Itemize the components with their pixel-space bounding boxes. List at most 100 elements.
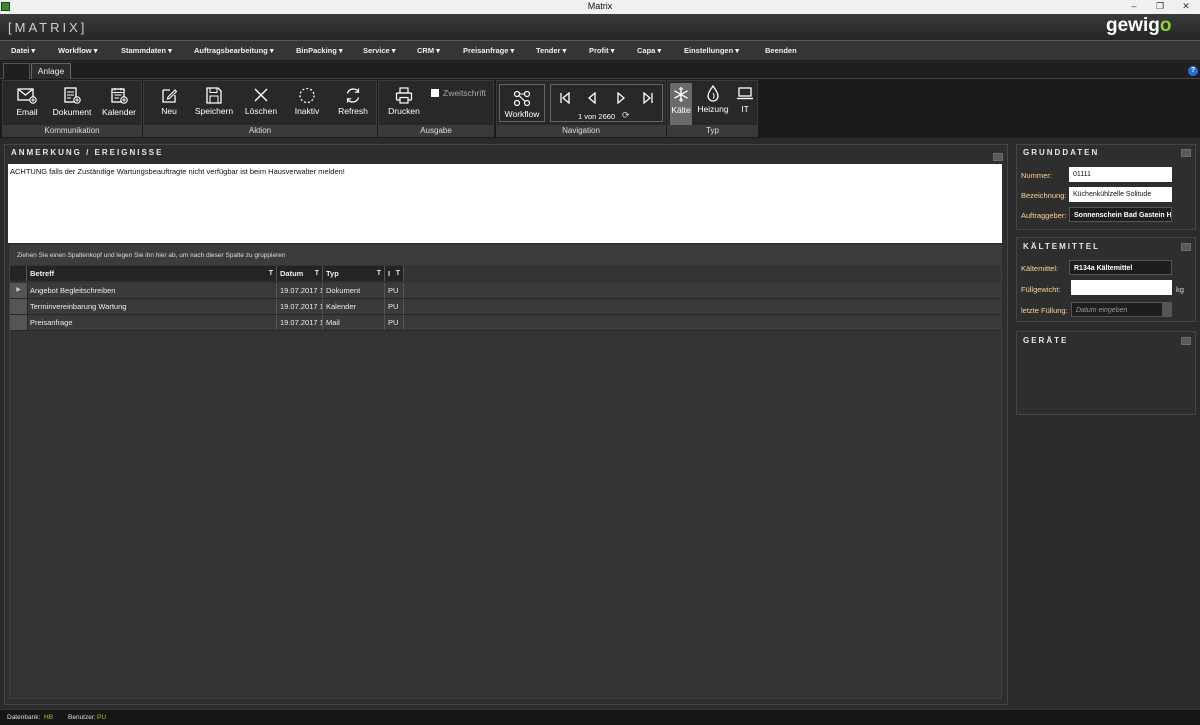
menu-tender[interactable]: Tender ▾ <box>536 46 566 55</box>
laptop-icon <box>737 87 753 100</box>
document-icon <box>64 87 81 104</box>
column-header-typ[interactable]: Typ T <box>323 266 385 281</box>
zweitschrift-checkbox[interactable] <box>431 89 439 97</box>
email-button[interactable]: Email <box>9 87 45 117</box>
typ-kaelte-button[interactable]: Kälte <box>670 83 692 126</box>
loeschen-label: Löschen <box>244 106 278 116</box>
tab-blank[interactable] <box>3 63 30 79</box>
cell-datum: 19.07.2017 1 <box>277 283 323 298</box>
dokument-button[interactable]: Dokument <box>51 87 93 117</box>
email-icon <box>17 88 37 104</box>
cell-betreff: Angebot Begleitschreiben <box>27 283 277 298</box>
cell-typ: Mail <box>323 315 385 330</box>
calendar-icon <box>111 88 128 104</box>
next-record-icon[interactable] <box>615 92 627 104</box>
menu-auftragsbearbeitung[interactable]: Auftragsbearbeitung ▾ <box>194 46 274 55</box>
refresh-label: Refresh <box>338 106 368 116</box>
grunddaten-title: GRUNDDATEN <box>1023 148 1100 157</box>
inaktiv-label: Inaktiv <box>294 106 320 116</box>
cell-betreff: Terminvereinbarung Wartung <box>27 299 277 314</box>
panel-minimize-button[interactable] <box>1181 337 1191 345</box>
nummer-field[interactable]: 01111 <box>1069 167 1172 182</box>
record-navigator: 1 von 2660 ⟳ <box>550 84 663 122</box>
filter-icon[interactable]: T <box>377 266 381 281</box>
row-selector-icon <box>10 315 28 330</box>
menu-stammdaten[interactable]: Stammdaten ▾ <box>121 46 172 55</box>
menu-workflow[interactable]: Workflow ▾ <box>58 46 97 55</box>
help-icon[interactable]: ? <box>1188 66 1198 76</box>
new-edit-icon <box>162 89 178 103</box>
kalender-button[interactable]: Kalender <box>99 87 139 117</box>
panel-minimize-button[interactable] <box>1181 243 1191 251</box>
menu-crm[interactable]: CRM ▾ <box>417 46 440 55</box>
filter-icon[interactable]: T <box>269 266 273 281</box>
nummer-label: Nummer: <box>1021 171 1052 180</box>
group-by-panel[interactable]: Ziehen Sie einen Spaltenkopf und legen S… <box>9 245 1002 265</box>
column-header-i[interactable]: IT <box>385 266 404 281</box>
menu-profit[interactable]: Profit ▾ <box>589 46 614 55</box>
fuellgewicht-label: Füllgewicht: <box>1021 285 1061 294</box>
letzte-fuellung-date-field[interactable]: Datum eingeben <box>1071 302 1172 317</box>
loeschen-button[interactable]: Löschen <box>242 87 280 116</box>
bezeichnung-field[interactable]: Küchenkühlzelle Solitude <box>1069 187 1172 202</box>
column-header-betreff[interactable]: Betreff T <box>27 266 277 281</box>
anmerkung-title: ANMERKUNG / EREIGNISSE <box>11 148 164 157</box>
speichern-label: Speichern <box>194 106 234 116</box>
menu-beenden[interactable]: Beenden <box>765 46 797 55</box>
menu-binpacking[interactable]: BinPacking ▾ <box>296 46 343 55</box>
date-picker-button[interactable] <box>1162 303 1171 316</box>
note-textarea[interactable]: ACHTUNG falls der Zuständige Wartungsbea… <box>8 164 1002 243</box>
it-label: IT <box>741 104 749 114</box>
menu-capa[interactable]: Capa ▾ <box>637 46 661 55</box>
row-selector-icon: ▶ <box>10 283 28 298</box>
sync-icon[interactable]: ⟳ <box>622 110 630 121</box>
typ-it-button[interactable]: IT <box>734 85 756 114</box>
table-row[interactable]: Terminvereinbarung Wartung 19.07.2017 1 … <box>10 299 1001 315</box>
kaeltemittel-field[interactable]: R134a Kältemittel <box>1069 260 1172 275</box>
print-icon <box>395 87 413 104</box>
refresh-button[interactable]: Refresh <box>334 87 372 116</box>
refresh-icon <box>346 88 360 103</box>
kaelte-label: Kälte <box>671 105 691 115</box>
letzte-fuellung-label: letzte Füllung: <box>1021 306 1068 315</box>
typ-heizung-button[interactable]: Heizung <box>696 85 730 114</box>
row-selector-header <box>10 266 27 281</box>
cell-i: PU <box>385 315 404 330</box>
fuellgewicht-field[interactable] <box>1071 280 1172 295</box>
typ-group-label: Typ <box>668 125 757 136</box>
filter-icon[interactable]: T <box>315 266 319 281</box>
menu-einstellungen[interactable]: Einstellungen ▾ <box>684 46 739 55</box>
close-button[interactable]: ✕ <box>1173 0 1199 14</box>
inaktiv-button[interactable]: Inaktiv <box>288 87 326 116</box>
drucken-button[interactable]: Drucken <box>385 87 423 116</box>
kalender-label: Kalender <box>101 107 137 117</box>
panel-minimize-button[interactable] <box>993 153 1003 161</box>
workflow-button[interactable]: Workflow <box>499 84 545 122</box>
save-icon <box>206 87 222 104</box>
group-navigation: Workflow 1 von 2660 ⟳ Navigation <box>496 80 666 137</box>
maximize-button[interactable]: ❐ <box>1147 0 1173 14</box>
neu-button[interactable]: Neu <box>152 87 186 116</box>
menu-datei[interactable]: Datei ▾ <box>11 46 35 55</box>
first-record-icon[interactable] <box>559 92 571 104</box>
record-counter: 1 von 2660 <box>578 112 616 121</box>
previous-record-icon[interactable] <box>586 92 598 104</box>
workflow-label: Workflow <box>504 109 540 119</box>
last-record-icon[interactable] <box>642 92 654 104</box>
workflow-icon <box>513 90 531 107</box>
auftraggeber-field[interactable]: Sonnenschein Bad Gastein H <box>1069 207 1172 222</box>
group-typ: Kälte Heizung IT Typ <box>667 80 758 137</box>
speichern-button[interactable]: Speichern <box>192 87 236 116</box>
group-aktion: Neu Speichern Löschen Inaktiv Refresh Ak… <box>143 80 377 137</box>
menu-preisanfrage[interactable]: Preisanfrage ▾ <box>463 46 514 55</box>
menu-service[interactable]: Service ▾ <box>363 46 396 55</box>
panel-minimize-button[interactable] <box>1181 149 1191 157</box>
filter-icon[interactable]: T <box>396 266 400 281</box>
minimize-button[interactable]: – <box>1121 0 1147 14</box>
table-row[interactable]: ▶ Angebot Begleitschreiben 19.07.2017 1 … <box>10 283 1001 299</box>
snowflake-icon <box>674 87 688 102</box>
tab-anlage[interactable]: Anlage <box>31 63 71 79</box>
table-row[interactable]: Preisanfrage 19.07.2017 1 Mail PU <box>10 315 1001 331</box>
heizung-label: Heizung <box>697 104 729 114</box>
column-header-datum[interactable]: Datum T <box>277 266 323 281</box>
